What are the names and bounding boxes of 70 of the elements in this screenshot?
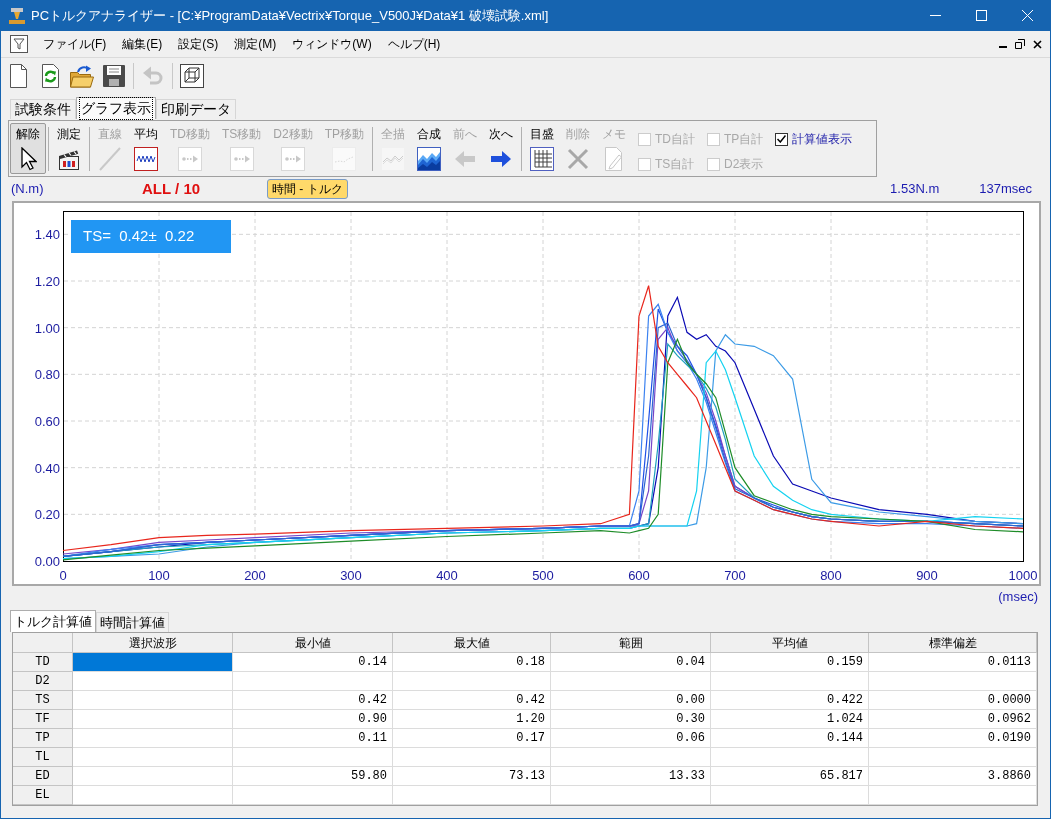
column-header: 平均値	[711, 633, 869, 653]
table-cell: 0.00	[551, 691, 711, 710]
table-cell: 0.04	[551, 653, 711, 672]
row-header: TF	[13, 710, 73, 729]
row-header: TS	[13, 691, 73, 710]
checkbox-label: TS自計	[655, 156, 695, 173]
table-cell: 0.42	[233, 691, 393, 710]
table-cell: 0.06	[551, 729, 711, 748]
ts-value-label: TS= 0.42± 0.22	[71, 220, 231, 253]
table-cell: 0.422	[711, 691, 869, 710]
x-axis-unit: (msec)	[998, 588, 1038, 607]
table-cell: 0.14	[233, 653, 393, 672]
waveform-count: ALL / 10	[142, 178, 202, 199]
column-header: 選択波形	[73, 633, 233, 653]
x-tick-label: 1000	[1008, 568, 1038, 583]
torque-reading: 1.53N.m	[890, 180, 940, 199]
table-cell: 0.0000	[869, 691, 1037, 710]
column-header: 範囲	[551, 633, 711, 653]
table-cell: 65.817	[711, 767, 869, 786]
y-tick-label: 1.40	[34, 227, 60, 243]
x-tick-label: 0	[59, 568, 67, 583]
x-tick-label: 900	[916, 568, 938, 583]
y-tick-label: 1.20	[34, 274, 60, 289]
column-header: 最小値	[233, 633, 393, 653]
table-cell: 1.024	[711, 710, 869, 729]
x-tick-label: 600	[628, 568, 650, 583]
table-cell: 0.11	[233, 729, 393, 748]
column-header: 最大値	[393, 633, 551, 653]
table-cell: 0.30	[551, 710, 711, 729]
table-cell: 0.18	[393, 653, 551, 672]
column-header: 標準偏差	[869, 633, 1037, 653]
x-tick-label: 800	[820, 568, 842, 583]
checkbox-label: TD自計	[655, 131, 696, 148]
row-header: D2	[13, 672, 73, 691]
checkbox-label: TP自計	[724, 131, 764, 148]
checkbox-label: D2表示	[724, 156, 764, 173]
table-cell: 0.90	[233, 710, 393, 729]
table-cell: 59.80	[233, 767, 393, 786]
row-header: TD	[13, 653, 73, 672]
table-cell: 0.42	[393, 691, 551, 710]
x-tick-label: 300	[340, 568, 362, 583]
y-tick-label: 0.40	[34, 460, 60, 476]
y-tick-label: 0.20	[34, 507, 60, 523]
row-header: EL	[13, 786, 73, 805]
row-header: TP	[13, 729, 73, 748]
y-axis-unit: (N.m)	[11, 180, 45, 199]
x-tick-label: 200	[244, 568, 266, 583]
y-tick-label: 0.60	[34, 414, 60, 429]
y-tick-label: 0.80	[34, 367, 60, 383]
y-tick-label: 0.00	[34, 554, 60, 569]
table-cell: 0.0962	[869, 710, 1037, 729]
table-cell: 0.17	[393, 729, 551, 748]
y-tick-label: 1.00	[34, 320, 60, 336]
table-cell: 0.0113	[869, 653, 1037, 672]
x-tick-label: 400	[436, 568, 458, 583]
table-cell: 1.20	[393, 710, 551, 729]
x-tick-label: 500	[532, 568, 554, 583]
checkbox-label: 計算値表示	[792, 131, 853, 148]
row-header: TL	[13, 748, 73, 767]
table-cell: 0.144	[711, 729, 869, 748]
table-cell: 13.33	[551, 767, 711, 786]
time-reading: 137msec	[979, 180, 1032, 199]
x-tick-label: 700	[724, 568, 746, 583]
x-tick-label: 100	[148, 568, 170, 583]
row-header: ED	[13, 767, 73, 786]
table-cell: 73.13	[393, 767, 551, 786]
table-cell: 0.0190	[869, 729, 1037, 748]
window-title: PCトルクアナライザー - [C:¥ProgramData¥Vectrix¥Torque_V500J¥Data¥1 破壊試験.xml]	[31, 6, 549, 25]
table-cell: 3.8860	[869, 767, 1037, 786]
table-cell: 0.159	[711, 653, 869, 672]
